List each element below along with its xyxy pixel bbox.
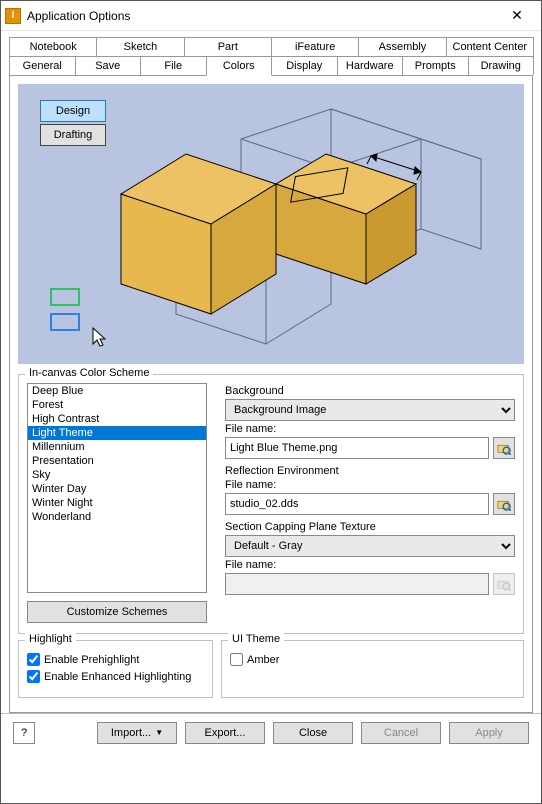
tab-contentcenter[interactable]: Content Center [446,37,534,56]
options-window: I Application Options ✕ Notebook Sketch … [0,0,542,804]
section-file-input[interactable] [225,573,489,595]
scheme-item[interactable]: Winter Night [28,496,206,510]
tabs-area: Notebook Sketch Part iFeature Assembly C… [1,31,541,713]
chevron-down-icon: ▼ [155,728,163,737]
bg-file-input[interactable] [225,437,489,459]
section-label: Section Capping Plane Texture [225,521,515,533]
design-label: Design [56,105,90,117]
filename-label-1: File name: [225,423,515,435]
scheme-item[interactable]: Wonderland [28,510,206,524]
import-button[interactable]: Import...▼ [97,722,177,744]
close-button[interactable]: Close [273,722,353,744]
highlight-title: Highlight [25,633,76,645]
window-title: Application Options [27,9,497,23]
tab-ifeature[interactable]: iFeature [271,37,359,56]
group-uitheme: UI Theme Amber [221,640,524,698]
amber-checkbox[interactable]: Amber [230,653,515,666]
scheme-item[interactable]: Deep Blue [28,384,206,398]
tab-row-1: Notebook Sketch Part iFeature Assembly C… [9,37,533,56]
scheme-item[interactable]: Millennium [28,440,206,454]
enhanced-highlight-checkbox[interactable]: Enable Enhanced Highlighting [27,670,204,683]
scheme-listbox[interactable]: Deep Blue Forest High Contrast Light The… [27,383,207,593]
browse-icon [497,497,511,511]
browse-reflection-button[interactable] [493,493,515,515]
tab-row-2: General Save File Colors Display Hardwar… [9,56,533,75]
reflection-label: Reflection Environment [225,465,515,477]
apply-button[interactable]: Apply [449,722,529,744]
tab-hardware[interactable]: Hardware [337,56,404,75]
filename-label-2: File name: [225,479,515,491]
amber-label: Amber [247,654,279,666]
tab-drawing[interactable]: Drawing [468,56,535,75]
enhanced-label: Enable Enhanced Highlighting [44,671,191,683]
export-button[interactable]: Export... [185,722,265,744]
filename-label-3: File name: [225,559,515,571]
scheme-item-selected[interactable]: Light Theme [28,426,206,440]
design-mode-button[interactable]: Design [40,100,106,122]
scheme-item[interactable]: Winter Day [28,482,206,496]
tab-notebook[interactable]: Notebook [9,37,97,56]
browse-icon [497,577,511,591]
tab-colors[interactable]: Colors [206,56,273,76]
tab-display[interactable]: Display [271,56,338,75]
background-label: Background [225,385,515,397]
tab-sketch[interactable]: Sketch [96,37,184,56]
prehighlight-label: Enable Prehighlight [44,654,139,666]
prehighlight-checkbox[interactable]: Enable Prehighlight [27,653,204,666]
scheme-item[interactable]: Presentation [28,454,206,468]
titlebar: I Application Options ✕ [1,1,541,31]
close-icon[interactable]: ✕ [497,7,537,24]
scheme-item[interactable]: Sky [28,468,206,482]
section-select[interactable]: Default - Gray [225,535,515,557]
browse-section-button [493,573,515,595]
browse-icon [497,441,511,455]
group-highlight: Highlight Enable Prehighlight Enable Enh… [18,640,213,698]
scheme-item[interactable]: Forest [28,398,206,412]
browse-bg-button[interactable] [493,437,515,459]
tab-save[interactable]: Save [75,56,142,75]
app-icon: I [5,8,21,24]
help-button[interactable]: ? [13,722,35,744]
preview-canvas: Design Drafting [18,84,524,364]
tab-part[interactable]: Part [184,37,272,56]
cancel-button[interactable]: Cancel [361,722,441,744]
reflection-file-input[interactable] [225,493,489,515]
group-scheme-title: In-canvas Color Scheme [25,367,153,379]
drafting-mode-button[interactable]: Drafting [40,124,106,146]
tab-assembly[interactable]: Assembly [358,37,446,56]
tab-prompts[interactable]: Prompts [402,56,469,75]
uitheme-title: UI Theme [228,633,284,645]
background-select[interactable]: Background Image [225,399,515,421]
customize-schemes-button[interactable]: Customize Schemes [27,601,207,623]
tab-file[interactable]: File [140,56,207,75]
tab-content: Design Drafting [9,75,533,713]
help-icon: ? [21,727,27,739]
drafting-label: Drafting [54,129,93,141]
footer: ? Import...▼ Export... Close Cancel Appl… [1,713,541,751]
scheme-item[interactable]: High Contrast [28,412,206,426]
tab-general[interactable]: General [9,56,76,75]
group-scheme: In-canvas Color Scheme Deep Blue Forest … [18,374,524,634]
